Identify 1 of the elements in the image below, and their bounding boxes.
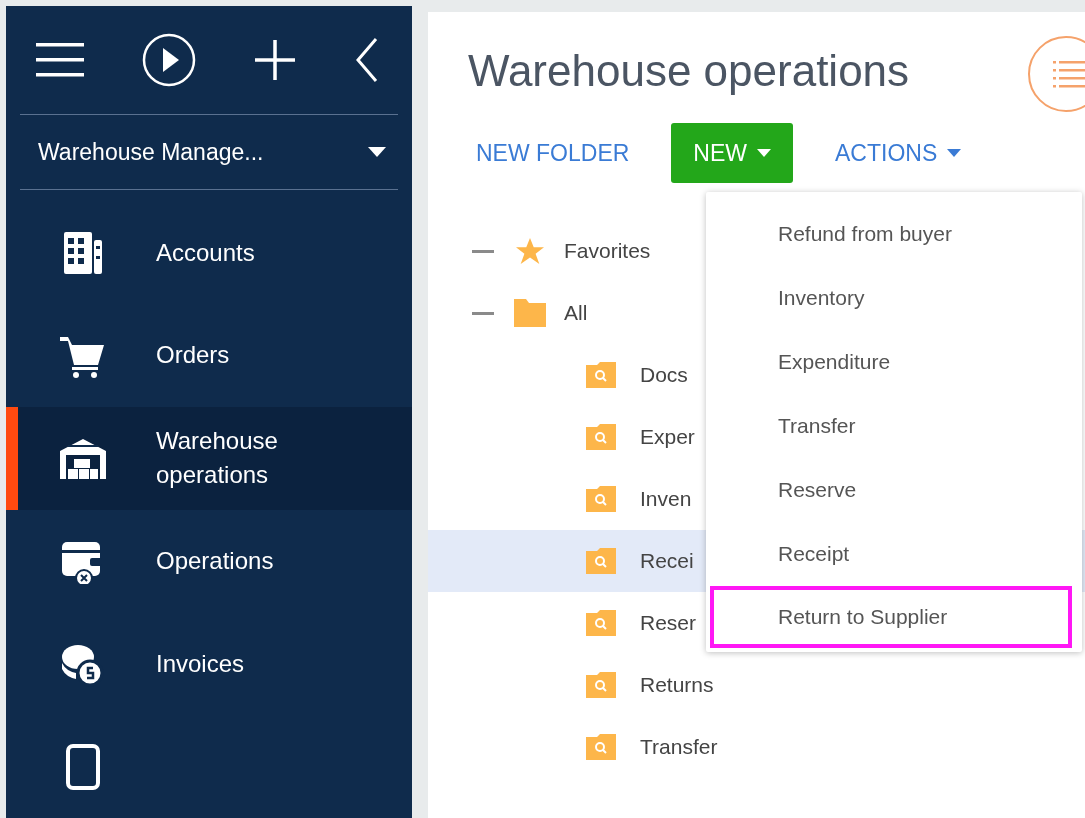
page-title: Warehouse operations: [468, 45, 910, 97]
